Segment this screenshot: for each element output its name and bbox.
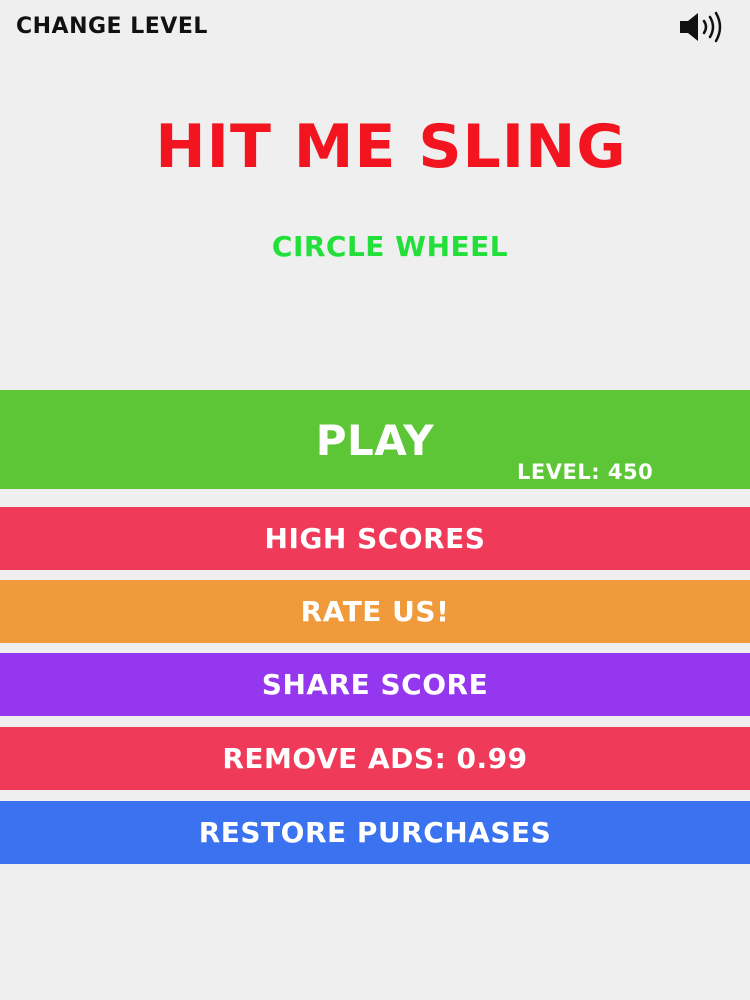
sound-toggle-button[interactable] [678,10,730,44]
rate-us-button[interactable]: RATE US! [0,580,750,643]
high-scores-button[interactable]: HIGH SCORES [0,507,750,570]
speaker-volume-icon [680,11,722,43]
restore-purchases-button[interactable]: RESTORE PURCHASES [0,801,750,864]
play-button-label: PLAY [315,416,435,465]
game-mode-subtitle: CIRCLE WHEEL [271,230,509,263]
share-score-button[interactable]: SHARE SCORE [0,653,750,716]
game-title: HIT ME SLING [155,112,627,182]
remove-ads-button[interactable]: REMOVE ADS: 0.99 [0,727,750,790]
change-level-button[interactable]: CHANGE LEVEL [16,14,208,39]
play-button[interactable]: PLAY LEVEL: 450 [0,390,750,489]
current-level-label: LEVEL: 450 [517,460,654,484]
main-menu-screen: CHANGE LEVEL HIT ME SLING CIRCLE WHEEL P… [0,0,750,1000]
